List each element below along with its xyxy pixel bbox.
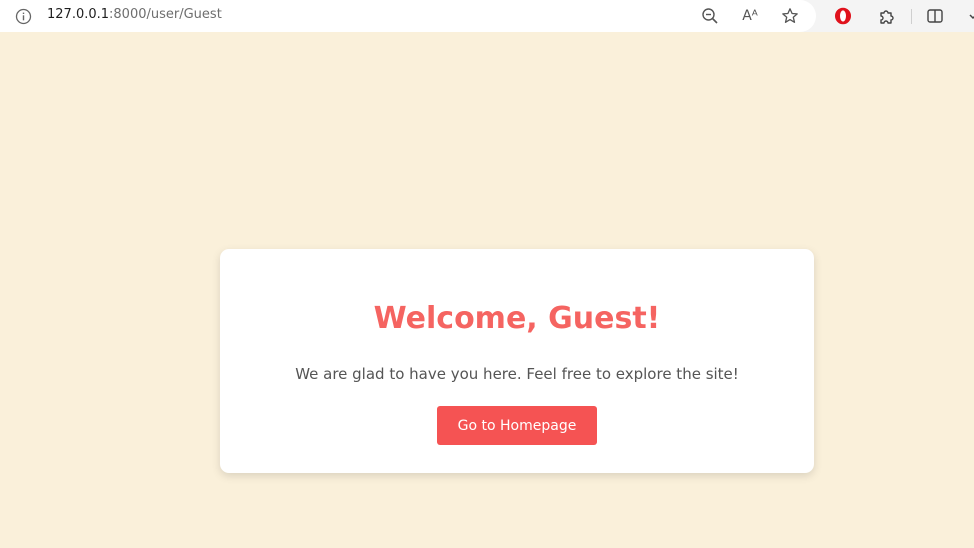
toolbar-divider [911,9,912,24]
go-to-homepage-button[interactable]: Go to Homepage [437,406,597,445]
favorite-star-icon[interactable] [780,6,800,26]
url-host: 127.0.0.1 [47,7,110,22]
read-aloud-icon[interactable]: Aᴬ [740,6,760,26]
url-path: :8000/user/Guest [109,7,222,22]
split-screen-icon[interactable] [925,6,945,26]
read-aloud-glyph: Aᴬ [742,8,758,24]
zoom-out-icon[interactable] [700,6,720,26]
welcome-title: Welcome, Guest! [373,301,661,336]
info-icon[interactable] [15,8,32,25]
opera-icon[interactable] [833,6,853,26]
url-text[interactable]: 127.0.0.1:8000/user/Guest [47,7,222,22]
chevron-down-icon[interactable] [962,6,974,26]
address-bar[interactable]: 127.0.0.1:8000/user/Guest Aᴬ [0,0,816,32]
page-content: Welcome, Guest! We are glad to have you … [0,32,974,548]
browser-toolbar: 127.0.0.1:8000/user/Guest Aᴬ [0,0,974,32]
extensions-icon[interactable] [877,6,897,26]
welcome-card: Welcome, Guest! We are glad to have you … [220,249,814,473]
welcome-message: We are glad to have you here. Feel free … [295,365,739,383]
